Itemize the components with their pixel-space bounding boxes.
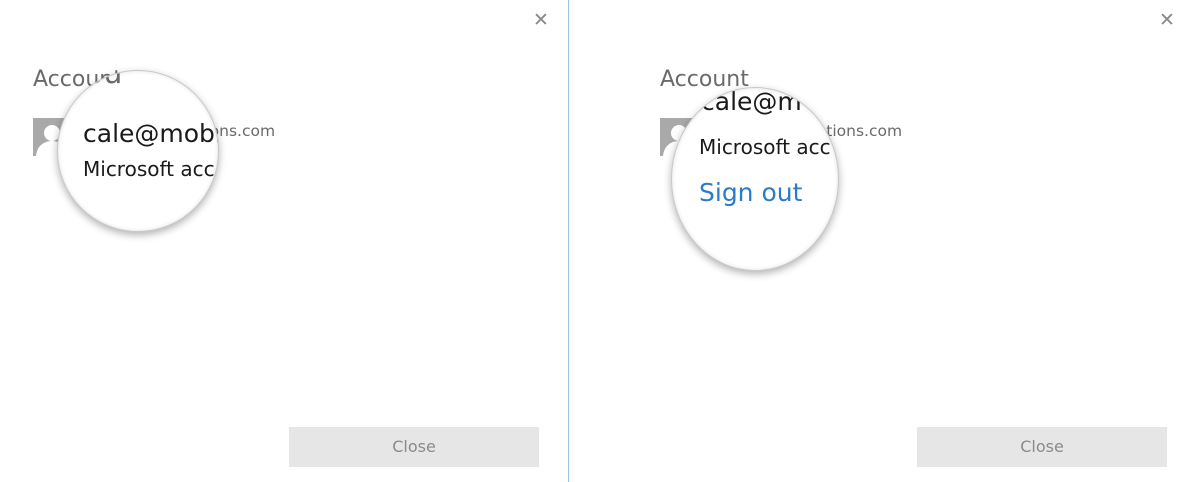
magnified-email: cale@mobi xyxy=(83,119,219,148)
magnifier-circle: cale@m Microsoft acc Sign out xyxy=(671,87,839,271)
close-button[interactable]: Close xyxy=(917,427,1167,467)
sign-out-link[interactable]: Sign out xyxy=(699,178,802,207)
account-dialog-left: ✕ Account cale@mobilenations.com Microso… xyxy=(0,0,568,482)
account-dialog-right: ✕ Account cale@mobilenations.com Microso… xyxy=(570,0,1200,482)
magnified-email: cale@m xyxy=(701,87,802,116)
close-button[interactable]: Close xyxy=(289,427,539,467)
magnified-account-type: Microsoft acc xyxy=(699,135,831,159)
magnified-heading: Accou xyxy=(58,70,123,91)
panel-divider xyxy=(568,0,569,482)
close-icon[interactable]: ✕ xyxy=(1157,10,1177,30)
magnifier-circle: Accou cale@mobi Microsoft acc xyxy=(57,70,219,232)
close-icon[interactable]: ✕ xyxy=(531,10,551,30)
magnified-account-type: Microsoft acc xyxy=(83,157,215,181)
